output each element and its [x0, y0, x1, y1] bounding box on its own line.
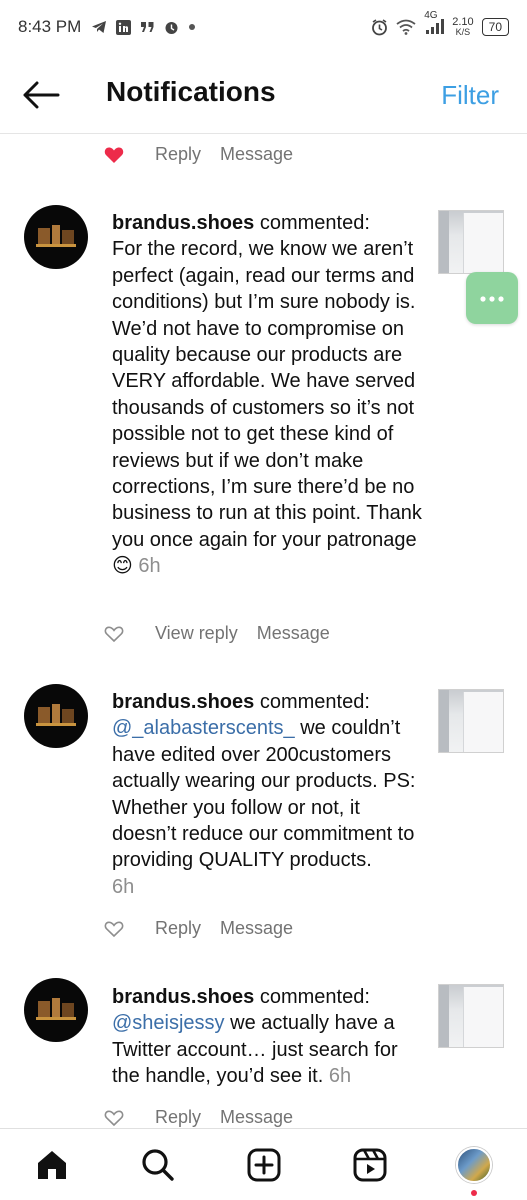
notification-verb: commented:: [254, 212, 370, 234]
comment-body: For the record, we know we aren’t perfec…: [112, 238, 422, 578]
battery-icon: 70: [481, 18, 509, 36]
timestamp: 6h: [112, 875, 135, 898]
reply-button[interactable]: Reply: [155, 918, 201, 939]
battery-level: 70: [488, 20, 502, 34]
avatar[interactable]: [24, 978, 88, 1042]
net-speed-value: 2.10: [452, 16, 474, 28]
profile-avatar[interactable]: [456, 1147, 492, 1183]
back-arrow-icon[interactable]: [22, 78, 62, 112]
network-type: 4G: [424, 10, 438, 21]
avatar[interactable]: [24, 205, 88, 269]
page-title: Notifications: [106, 76, 276, 107]
action-row: Reply Message: [104, 144, 293, 165]
floating-more-button[interactable]: [466, 272, 518, 324]
telegram-icon: [91, 20, 107, 34]
more-dots-icon: [480, 289, 504, 307]
notification-text: brandus.shoes commented: @_alabasterscen…: [112, 689, 422, 900]
message-button[interactable]: Message: [220, 1107, 293, 1128]
action-row: View reply Message: [104, 623, 330, 644]
notification-text: brandus.shoes commented: For the record,…: [112, 210, 422, 580]
timestamp: 6h: [138, 555, 161, 578]
alarm-icon: [164, 20, 179, 35]
reels-icon[interactable]: [352, 1147, 388, 1183]
status-bar: 8:43 PM 4G 2.10 K/S 70: [0, 0, 527, 54]
timestamp: 6h: [328, 1065, 352, 1088]
view-reply-button[interactable]: View reply: [155, 623, 238, 644]
header: Notifications Filter: [0, 54, 527, 134]
reply-button[interactable]: Reply: [155, 1107, 201, 1128]
avatar: [456, 1147, 492, 1183]
notification-dot-icon: [188, 23, 196, 31]
message-button[interactable]: Message: [220, 144, 293, 165]
heart-outline-icon[interactable]: [104, 920, 126, 938]
message-button[interactable]: Message: [220, 918, 293, 939]
notifications-feed[interactable]: Reply Message brandus.shoes commented: F…: [0, 135, 527, 1128]
quote-icon: [140, 21, 155, 33]
bottom-nav: [0, 1128, 527, 1200]
avatar[interactable]: [24, 684, 88, 748]
mention-link[interactable]: @_alabasterscents_: [112, 717, 295, 739]
heart-outline-icon[interactable]: [104, 625, 126, 643]
post-thumbnail[interactable]: [438, 210, 504, 274]
mention-link[interactable]: @sheisjessy: [112, 1012, 225, 1034]
message-button[interactable]: Message: [257, 623, 330, 644]
linkedin-icon: [116, 19, 132, 35]
net-speed-unit: K/S: [455, 27, 471, 37]
action-row: Reply Message: [104, 1107, 293, 1128]
search-icon[interactable]: [140, 1147, 176, 1183]
wifi-icon: [396, 19, 416, 35]
heart-outline-icon[interactable]: [104, 1109, 126, 1127]
action-row: Reply Message: [104, 918, 293, 939]
net-speed: 2.10 K/S: [452, 16, 474, 38]
status-time: 8:43 PM: [18, 17, 82, 36]
notification-verb: commented:: [254, 691, 370, 713]
create-icon[interactable]: [246, 1147, 282, 1183]
notification-text: brandus.shoes commented: @sheisjessy we …: [112, 984, 422, 1090]
notification-verb: commented:: [254, 986, 370, 1008]
username[interactable]: brandus.shoes: [112, 691, 254, 713]
comment-body: we couldn’t have edited over 200customer…: [112, 717, 416, 872]
heart-filled-icon[interactable]: [104, 146, 126, 164]
username[interactable]: brandus.shoes: [112, 212, 254, 234]
filter-button[interactable]: Filter: [441, 80, 499, 111]
post-thumbnail[interactable]: [438, 984, 504, 1048]
post-thumbnail[interactable]: [438, 689, 504, 753]
reply-button[interactable]: Reply: [155, 144, 201, 165]
signal-icon: 4G: [424, 10, 445, 35]
home-icon[interactable]: [34, 1147, 70, 1183]
alarm-icon: [371, 18, 388, 36]
notification-dot: [471, 1190, 477, 1196]
username[interactable]: brandus.shoes: [112, 986, 254, 1008]
